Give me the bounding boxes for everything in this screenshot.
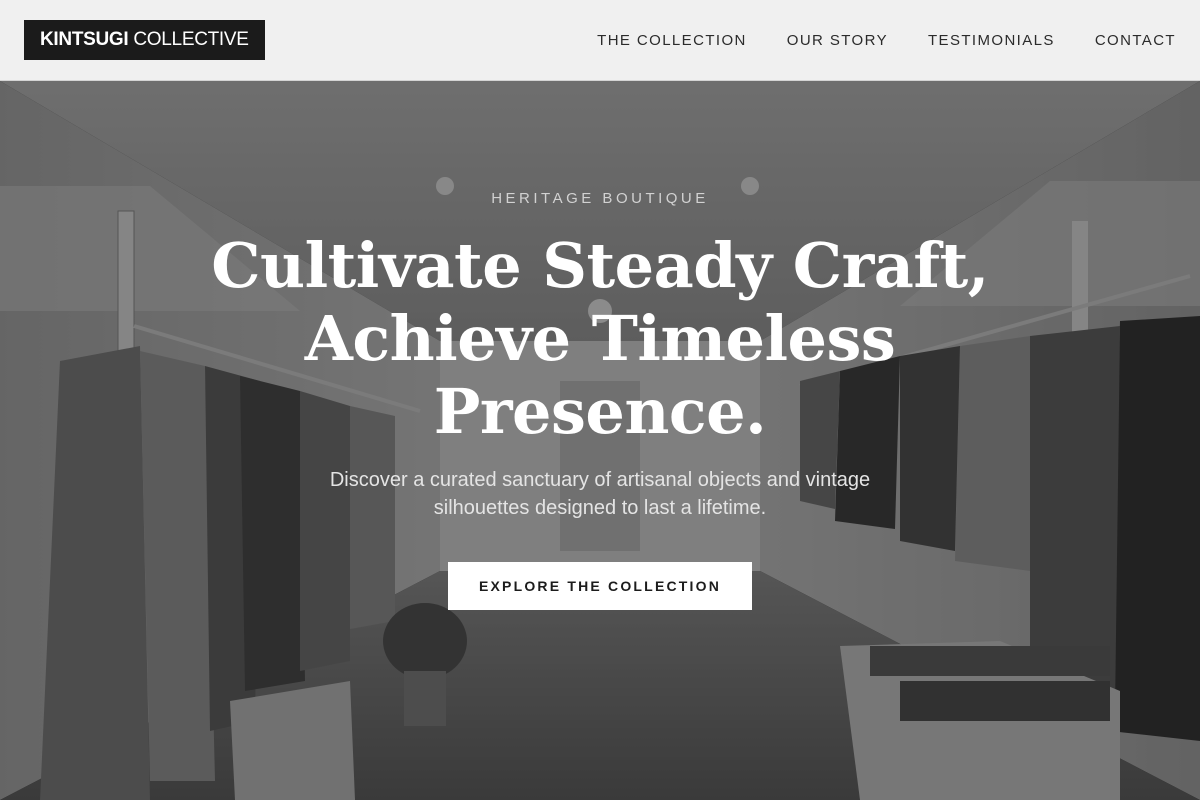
nav-link-testimonials[interactable]: TESTIMONIALS bbox=[928, 32, 1055, 49]
main-nav: THE COLLECTION OUR STORY TESTIMONIALS CO… bbox=[597, 32, 1176, 49]
hero-eyebrow: HERITAGE BOUTIQUE bbox=[491, 190, 709, 207]
nav-link-contact[interactable]: CONTACT bbox=[1095, 32, 1176, 49]
subtext-line-1: Discover a curated sanctuary of artisana… bbox=[329, 469, 871, 491]
hero-subtext: Discover a curated sanctuary of artisana… bbox=[290, 466, 910, 522]
nav-link-the-collection[interactable]: THE COLLECTION bbox=[597, 32, 747, 49]
headline-line-2: Achieve Timeless bbox=[304, 302, 896, 375]
hero-content: HERITAGE BOUTIQUE Cultivate Steady Craft… bbox=[0, 81, 1200, 800]
headline-line-3: Presence. bbox=[433, 375, 767, 448]
logo[interactable]: KINTSUGI COLLECTIVE bbox=[24, 20, 265, 60]
hero-headline: Cultivate Steady Craft, Achieve Timeless… bbox=[200, 229, 1000, 448]
logo-text-bold: KINTSUGI bbox=[40, 29, 129, 50]
logo-text-light: COLLECTIVE bbox=[133, 29, 249, 50]
nav-link-our-story[interactable]: OUR STORY bbox=[787, 32, 888, 49]
subtext-line-2: silhouettes designed to last a lifetime. bbox=[433, 497, 767, 519]
hero-section: HERITAGE BOUTIQUE Cultivate Steady Craft… bbox=[0, 81, 1200, 800]
site-header: KINTSUGI COLLECTIVE THE COLLECTION OUR S… bbox=[0, 0, 1200, 81]
explore-collection-button[interactable]: EXPLORE THE COLLECTION bbox=[448, 562, 752, 610]
headline-line-1: Cultivate Steady Craft, bbox=[211, 229, 989, 302]
